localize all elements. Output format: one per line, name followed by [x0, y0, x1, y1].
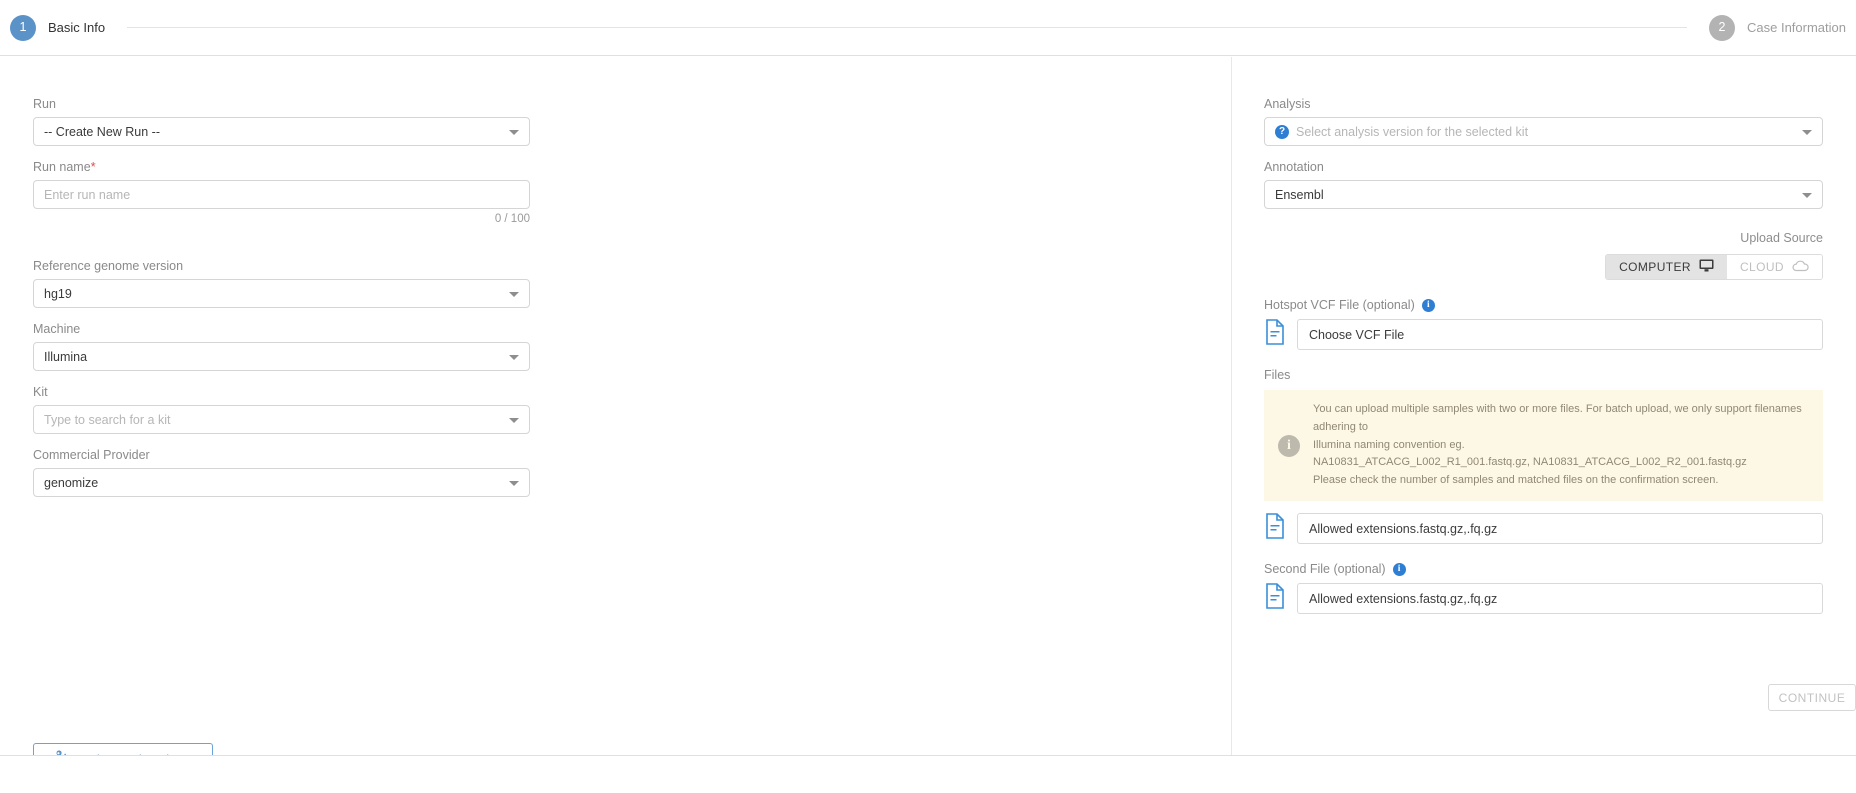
chevron-down-icon — [509, 291, 519, 297]
basic-info-right-column: Analysis ? Select analysis version for t… — [1232, 57, 1856, 755]
reference-genome-label: Reference genome version — [33, 259, 184, 273]
second-file-label: Second File (optional) — [1264, 562, 1386, 577]
upload-source-cloud-button[interactable]: CLOUD — [1726, 255, 1822, 279]
run-select[interactable]: -- Create New Run -- — [33, 117, 530, 146]
info-icon: i — [1278, 434, 1300, 457]
chevron-down-icon — [509, 354, 519, 360]
kit-search-input[interactable]: Type to search for a kit — [33, 405, 530, 434]
files-input-value: Allowed extensions.fastq.gz,.fq.gz — [1309, 521, 1498, 536]
run-name-input[interactable]: Enter run name — [33, 180, 530, 209]
alert-line-1: You can upload multiple samples with two… — [1313, 403, 1802, 433]
upload-source-section: Upload Source COMPUTER CLOUD — [1264, 231, 1823, 280]
alert-line-4: Please check the number of samples and m… — [1313, 474, 1719, 487]
annotation-value: Ensembl — [1275, 187, 1324, 202]
reference-genome-select[interactable]: hg19 — [33, 279, 530, 308]
analysis-select[interactable]: ? Select analysis version for the select… — [1264, 117, 1823, 146]
files-file-row: Allowed extensions.fastq.gz,.fq.gz — [1264, 513, 1823, 545]
files-info-alert: i You can upload multiple samples with t… — [1264, 390, 1823, 502]
files-info-alert-text: You can upload multiple samples with two… — [1313, 401, 1809, 490]
info-icon[interactable]: i — [1421, 298, 1435, 312]
commercial-provider-label: Commercial Provider — [33, 448, 150, 462]
hotspot-label-row: Hotspot VCF File (optional) i — [1264, 298, 1823, 312]
hotspot-file-row: Choose VCF File — [1264, 319, 1823, 350]
upload-source-toggle-group: COMPUTER CLOUD — [1605, 254, 1823, 280]
info-icon[interactable]: i — [1392, 562, 1406, 576]
second-file-label-row: Second File (optional) i — [1264, 562, 1823, 576]
run-name-character-counter: 0 / 100 — [494, 213, 530, 225]
machine-field: Machine Illumina — [33, 322, 1231, 371]
wizard-stepper: 1 Basic Info 2 Case Information — [0, 0, 1856, 56]
files-input[interactable]: Allowed extensions.fastq.gz,.fq.gz — [1297, 513, 1823, 545]
chevron-down-icon — [509, 480, 519, 486]
reference-genome-value: hg19 — [44, 286, 72, 301]
machine-select[interactable]: Illumina — [33, 342, 530, 371]
upload-source-title: Upload Source — [1740, 231, 1823, 245]
step-1-label: Basic Info — [48, 20, 106, 35]
upload-source-computer-button[interactable]: COMPUTER — [1606, 255, 1727, 279]
hotspot-vcf-input[interactable]: Choose VCF File — [1297, 319, 1823, 350]
document-icon[interactable] — [1264, 513, 1286, 544]
machine-label: Machine — [33, 322, 81, 336]
chevron-down-icon — [509, 417, 519, 423]
stepper-connector-line — [127, 27, 1687, 28]
document-icon[interactable] — [1264, 319, 1286, 350]
step-case-information[interactable]: 2 Case Information — [1709, 14, 1846, 41]
commercial-provider-select[interactable]: genomize — [33, 468, 530, 497]
monitor-icon — [1699, 259, 1714, 275]
new-analysis-wizard-page: 1 Basic Info 2 Case Information Run -- C… — [0, 0, 1856, 793]
files-label: Files — [1264, 368, 1291, 382]
files-label-row: Files — [1264, 368, 1823, 382]
required-asterisk: * — [90, 160, 96, 174]
chevron-down-icon — [1802, 192, 1812, 198]
run-name-field: Run name* Enter run name 0 / 100 — [33, 160, 1231, 225]
annotation-select[interactable]: Ensembl — [1264, 180, 1823, 209]
alert-line-3: NA10831_ATCACG_L002_R1_001.fastq.gz, NA1… — [1313, 456, 1747, 469]
step-1-number: 1 — [10, 14, 36, 41]
kit-label: Kit — [33, 385, 48, 399]
run-name-label: Run name* — [33, 160, 96, 174]
upload-source-cloud-label: CLOUD — [1739, 260, 1784, 274]
cloud-icon — [1792, 260, 1809, 275]
hotspot-vcf-value: Choose VCF File — [1309, 327, 1405, 342]
page-footer — [0, 755, 1856, 793]
help-circle-icon: ? — [1275, 124, 1289, 139]
second-file-input[interactable]: Allowed extensions.fastq.gz,.fq.gz — [1297, 583, 1823, 615]
hotspot-label: Hotspot VCF File (optional) — [1264, 298, 1415, 312]
continue-button[interactable]: CONTINUE — [1768, 684, 1856, 711]
analysis-field: Analysis ? Select analysis version for t… — [1264, 97, 1823, 146]
annotation-field: Annotation Ensembl — [1264, 160, 1823, 209]
commercial-provider-field: Commercial Provider genomize — [33, 448, 1231, 497]
step-basic-info[interactable]: 1 Basic Info — [10, 14, 106, 41]
step-2-number: 2 — [1709, 14, 1735, 41]
alert-line-2: Illumina naming convention eg. — [1313, 438, 1465, 451]
document-icon[interactable] — [1264, 583, 1286, 614]
second-file-value: Allowed extensions.fastq.gz,.fq.gz — [1309, 591, 1498, 606]
run-name-placeholder: Enter run name — [44, 187, 131, 202]
basic-info-left-column: Run -- Create New Run -- Run name* Enter… — [0, 57, 1232, 776]
annotation-label: Annotation — [1264, 160, 1324, 174]
analysis-label: Analysis — [1264, 97, 1311, 111]
step-2-label: Case Information — [1747, 20, 1846, 35]
wizard-body: Run -- Create New Run -- Run name* Enter… — [0, 57, 1856, 776]
reference-genome-field: Reference genome version hg19 — [33, 259, 1231, 308]
chevron-down-icon — [509, 129, 519, 135]
analysis-placeholder: Select analysis version for the selected… — [1296, 124, 1529, 139]
machine-value: Illumina — [44, 349, 88, 364]
run-label: Run — [33, 97, 56, 111]
kit-field: Kit Type to search for a kit — [33, 385, 1231, 434]
run-select-value: -- Create New Run -- — [44, 124, 160, 139]
commercial-provider-value: genomize — [44, 475, 99, 490]
second-file-row: Allowed extensions.fastq.gz,.fq.gz — [1264, 583, 1823, 615]
kit-placeholder: Type to search for a kit — [44, 412, 171, 427]
upload-source-computer-label: COMPUTER — [1619, 260, 1691, 274]
run-field: Run -- Create New Run -- — [33, 97, 1231, 146]
chevron-down-icon — [1802, 129, 1812, 135]
